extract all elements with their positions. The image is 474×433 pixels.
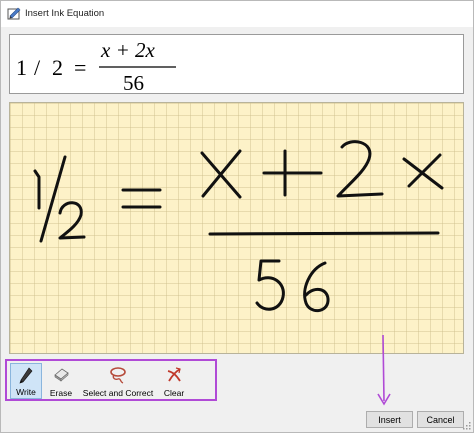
eraser-icon xyxy=(54,368,69,382)
pen-equation-icon xyxy=(7,7,21,20)
cancel-button[interactable]: Cancel xyxy=(417,411,464,428)
select-and-correct-tool-label: Select and Correct xyxy=(82,388,154,398)
window-title: Insert Ink Equation xyxy=(25,8,105,19)
ink-plus xyxy=(262,149,323,197)
preview-numerator: x + 2x xyxy=(100,38,155,62)
preview-lhs-den: 2 xyxy=(52,55,63,80)
ink-two xyxy=(336,140,384,198)
equation-preview: 1 / 2 = x + 2x 56 xyxy=(9,34,464,95)
ink-one-half xyxy=(33,155,86,243)
erase-tool-label: Erase xyxy=(49,388,73,398)
ink-fraction-bar xyxy=(208,231,440,236)
title-bar: Insert Ink Equation xyxy=(1,1,473,27)
write-tool-label: Write xyxy=(16,387,36,397)
preview-denominator: 56 xyxy=(123,71,144,95)
clear-tool-button[interactable]: Clear xyxy=(159,363,189,399)
clear-tool-label: Clear xyxy=(163,388,185,398)
pen-icon xyxy=(19,367,33,384)
preview-lhs-slash: / xyxy=(34,55,41,80)
lasso-icon xyxy=(110,367,126,384)
ink-equals xyxy=(121,188,162,209)
clear-icon xyxy=(167,367,181,382)
ink-tools-toolbar: Write Erase Select and Correct Clear xyxy=(5,359,217,401)
write-tool-button[interactable]: Write xyxy=(10,363,42,399)
insert-ink-equation-dialog: Insert Ink Equation 1 / 2 = x + 2x 56 Wr… xyxy=(0,0,474,433)
ink-numerator-x1 xyxy=(200,149,242,199)
insert-button[interactable]: Insert xyxy=(366,411,413,428)
erase-tool-button[interactable]: Erase xyxy=(45,363,77,399)
annotation-arrow xyxy=(377,334,391,406)
select-and-correct-tool-button[interactable]: Select and Correct xyxy=(77,363,159,399)
resize-grip-icon[interactable] xyxy=(462,421,471,430)
ink-numerator-x2 xyxy=(402,153,444,190)
ink-writing-area[interactable] xyxy=(9,102,464,354)
ink-denominator xyxy=(255,259,330,313)
preview-equals: = xyxy=(74,55,86,80)
preview-lhs-num: 1 xyxy=(16,55,27,80)
